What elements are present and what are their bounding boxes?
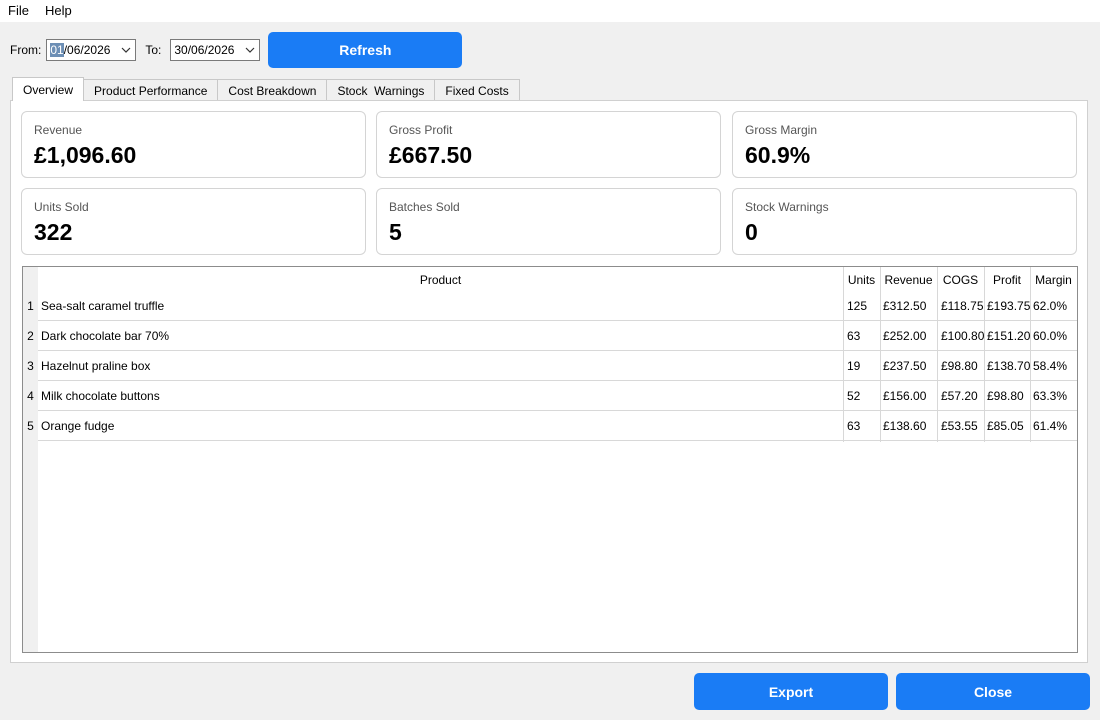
cell-profit[interactable]: £98.80 [987,381,1030,411]
kpi-card-gross-margin: Gross Margin 60.9% [732,111,1077,178]
column-header-cogs[interactable]: COGS [937,267,984,292]
tab-product-performance[interactable]: Product Performance [83,79,219,101]
column-header-revenue[interactable]: Revenue [880,267,937,292]
to-label: To: [145,43,162,57]
kpi-title: Units Sold [34,200,89,214]
kpi-title: Stock Warnings [745,200,829,214]
cell-profit[interactable]: £85.05 [987,411,1030,441]
kpi-card-stock-warnings: Stock Warnings 0 [732,188,1077,255]
cell-cogs[interactable]: £100.80 [941,321,984,351]
cell-units[interactable]: 19 [847,351,880,381]
tab-bar: Overview Product Performance Cost Breakd… [12,77,520,101]
menu-bar: File Help [0,0,1100,22]
from-date-day-selected: 01 [50,43,64,57]
refresh-button[interactable]: Refresh [268,32,463,68]
chevron-down-icon[interactable] [245,45,255,55]
kpi-value: 5 [389,219,402,245]
cell-margin[interactable]: 61.4% [1033,411,1077,441]
export-button[interactable]: Export [694,673,888,710]
row-number: 5 [27,419,34,433]
row-number: 1 [27,299,34,313]
cell-margin[interactable]: 60.0% [1033,321,1077,351]
column-header-product[interactable]: Product [38,267,843,292]
cell-cogs[interactable]: £118.75 [941,291,984,321]
tab-overview[interactable]: Overview [12,77,85,101]
row-number: 3 [27,359,34,373]
product-table[interactable]: Product Units Revenue COGS Profit Margin… [22,266,1078,653]
to-date-picker[interactable]: 30/06/2026 [170,39,261,61]
column-header-margin[interactable]: Margin [1030,267,1077,292]
chevron-down-icon[interactable] [121,45,131,55]
tab-fixed-costs[interactable]: Fixed Costs [434,79,520,101]
to-date-value: 30/06/2026 [174,43,235,57]
tab-cost-breakdown[interactable]: Cost Breakdown [217,79,328,101]
kpi-title: Revenue [34,123,83,137]
cell-units[interactable]: 52 [847,381,880,411]
tab-stock-warnings[interactable]: Stock Warnings [326,79,436,101]
cell-profit[interactable]: £151.20 [987,321,1030,351]
cell-revenue[interactable]: £156.00 [883,381,937,411]
menu-file[interactable]: File [6,0,35,22]
kpi-value: £1,096.60 [34,142,137,168]
cell-margin[interactable]: 58.4% [1033,351,1077,381]
cell-margin[interactable]: 63.3% [1033,381,1077,411]
cell-revenue[interactable]: £252.00 [883,321,937,351]
cell-profit[interactable]: £193.75 [987,291,1030,321]
column-header-profit[interactable]: Profit [984,267,1030,292]
kpi-card-gross-profit: Gross Profit £667.50 [376,111,721,178]
cell-units[interactable]: 125 [847,291,880,321]
cell-units[interactable]: 63 [847,411,880,441]
cell-revenue[interactable]: £138.60 [883,411,937,441]
cell-revenue[interactable]: £237.50 [883,351,937,381]
cell-cogs[interactable]: £53.55 [941,411,984,441]
kpi-value: 322 [34,219,73,245]
kpi-title: Gross Profit [389,123,453,137]
cell-units[interactable]: 63 [847,321,880,351]
kpi-card-revenue: Revenue £1,096.60 [21,111,366,178]
row-number: 2 [27,329,34,343]
kpi-card-units-sold: Units Sold 322 [21,188,366,255]
cell-cogs[interactable]: £57.20 [941,381,984,411]
cell-cogs[interactable]: £98.80 [941,351,984,381]
kpi-value: 0 [745,219,758,245]
column-header-units[interactable]: Units [843,267,880,292]
kpi-value: 60.9% [745,142,811,168]
kpi-value: £667.50 [389,142,473,168]
from-label: From: [10,43,42,57]
close-button[interactable]: Close [896,673,1090,710]
overview-panel: Revenue £1,096.60 Gross Profit £667.50 G… [10,100,1088,663]
kpi-title: Gross Margin [745,123,818,137]
cell-revenue[interactable]: £312.50 [883,291,937,321]
date-filter-bar: From: 01/06/2026 To: 30/06/2026 Refresh [10,32,463,68]
kpi-card-batches-sold: Batches Sold 5 [376,188,721,255]
menu-help[interactable]: Help [43,0,78,22]
from-date-rest: /06/2026 [63,43,111,57]
row-number: 4 [27,389,34,403]
kpi-title: Batches Sold [389,200,460,214]
cell-profit[interactable]: £138.70 [987,351,1030,381]
from-date-picker[interactable]: 01/06/2026 [46,39,137,61]
cell-margin[interactable]: 62.0% [1033,291,1077,321]
